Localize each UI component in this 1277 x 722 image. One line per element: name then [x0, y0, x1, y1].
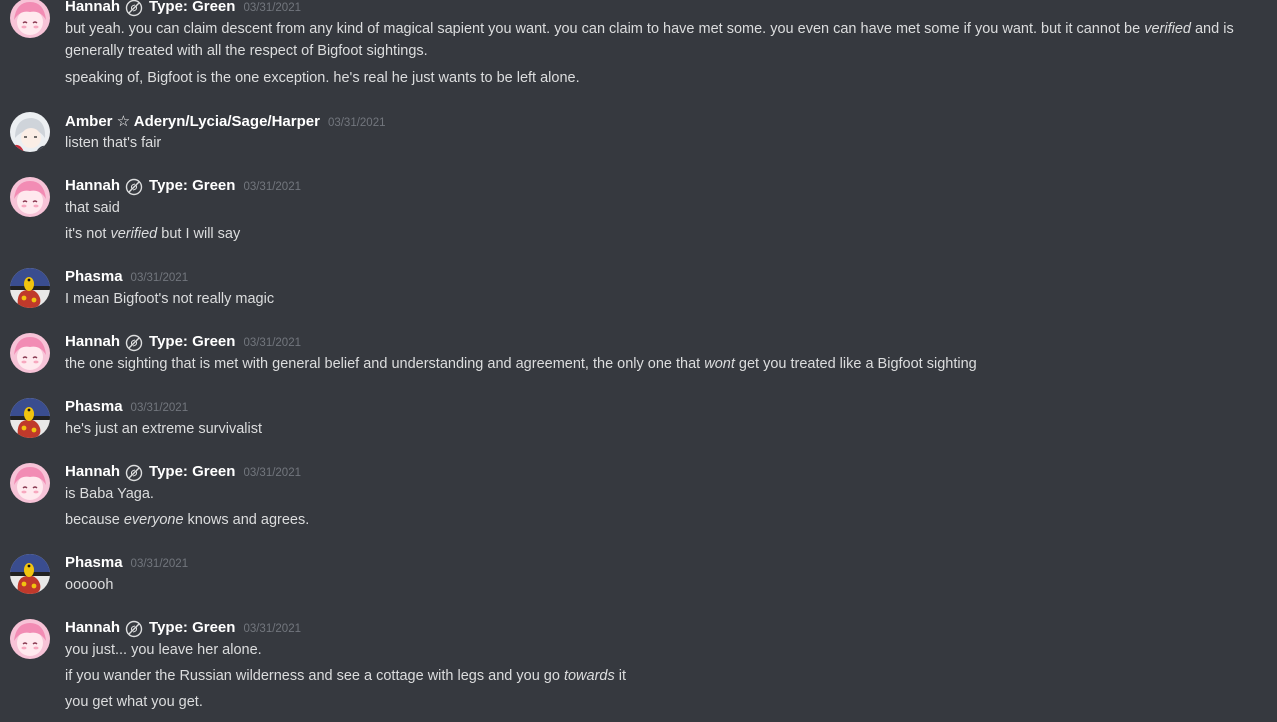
avatar[interactable]: [10, 619, 50, 659]
message-header: Phasma 03/31/2021: [65, 398, 188, 418]
avatar[interactable]: [10, 398, 50, 438]
message-header: Hannah Type: Green 03/31/2021: [65, 0, 301, 18]
message-header: Hannah Type: Green 03/31/2021: [65, 463, 301, 483]
message-text: oooooh: [65, 577, 114, 593]
username[interactable]: Amber ☆ Aderyn/Lycia/Sage/Harper: [65, 112, 320, 130]
grass-type-icon: [125, 464, 143, 482]
role-tag: Type: Green: [149, 0, 236, 15]
username[interactable]: Hannah: [65, 177, 120, 194]
pink-hair-avatar-icon: [10, 619, 50, 659]
avatar[interactable]: [10, 554, 50, 594]
message-text: because everyone knows and agrees.: [65, 512, 310, 528]
pink-hair-avatar-icon: [10, 0, 50, 38]
message-header: Hannah Type: Green 03/31/2021: [65, 619, 301, 639]
role-tag: Type: Green: [149, 177, 236, 194]
username[interactable]: Hannah: [65, 0, 120, 15]
shuckle-pokeball-avatar-icon: [10, 268, 50, 308]
message-text: you just... you leave her alone.: [65, 642, 262, 658]
role-tag: Type: Green: [149, 463, 236, 480]
timestamp[interactable]: 03/31/2021: [131, 558, 189, 570]
message-text: I mean Bigfoot's not really magic: [65, 291, 275, 307]
avatar[interactable]: [10, 0, 50, 38]
grass-type-icon: [125, 334, 143, 352]
grass-type-icon: [125, 620, 143, 638]
pink-hair-avatar-icon: [10, 463, 50, 503]
pink-hair-avatar-icon: [10, 177, 50, 217]
timestamp[interactable]: 03/31/2021: [243, 467, 301, 479]
avatar[interactable]: [10, 112, 50, 152]
username[interactable]: Hannah: [65, 333, 120, 350]
shuckle-pokeball-avatar-icon: [10, 398, 50, 438]
message-text: listen that's fair: [65, 135, 162, 151]
grass-type-icon: [125, 0, 143, 17]
avatar[interactable]: [10, 463, 50, 503]
chat-messages: Hannah Type: Green 03/31/2021 but yeah. …: [0, 0, 1277, 722]
message-text: that said: [65, 200, 120, 216]
avatar[interactable]: [10, 333, 50, 373]
message-header: Phasma 03/31/2021: [65, 554, 188, 574]
role-tag: Type: Green: [149, 619, 236, 636]
message-text: he's just an extreme survivalist: [65, 421, 262, 437]
timestamp[interactable]: 03/31/2021: [243, 337, 301, 349]
timestamp[interactable]: 03/31/2021: [131, 272, 189, 284]
timestamp[interactable]: 03/31/2021: [328, 117, 386, 129]
timestamp[interactable]: 03/31/2021: [243, 181, 301, 193]
message-text: it's not verified but I will say: [65, 226, 241, 242]
message-text: you get what you get.: [65, 694, 203, 710]
username[interactable]: Phasma: [65, 398, 123, 415]
message-text: if you wander the Russian wilderness and…: [65, 668, 627, 684]
username[interactable]: Hannah: [65, 463, 120, 480]
pink-hair-avatar-icon: [10, 333, 50, 373]
grass-type-icon: [125, 178, 143, 196]
username[interactable]: Hannah: [65, 619, 120, 636]
message-header: Hannah Type: Green 03/31/2021: [65, 333, 301, 353]
avatar[interactable]: [10, 177, 50, 217]
message-header: Hannah Type: Green 03/31/2021: [65, 177, 301, 197]
message-header: Amber ☆ Aderyn/Lycia/Sage/Harper 03/31/2…: [65, 112, 386, 132]
white-hair-avatar-icon: [10, 112, 50, 152]
timestamp[interactable]: 03/31/2021: [243, 2, 301, 14]
shuckle-pokeball-avatar-icon: [10, 554, 50, 594]
timestamp[interactable]: 03/31/2021: [243, 623, 301, 635]
message-text: is Baba Yaga.: [65, 486, 154, 502]
role-tag: Type: Green: [149, 333, 236, 350]
message-header: Phasma 03/31/2021: [65, 268, 188, 288]
timestamp[interactable]: 03/31/2021: [131, 402, 189, 414]
message-text: the one sighting that is met with genera…: [65, 356, 977, 372]
username[interactable]: Phasma: [65, 554, 123, 571]
username[interactable]: Phasma: [65, 268, 123, 285]
avatar[interactable]: [10, 268, 50, 308]
message-text: speaking of, Bigfoot is the one exceptio…: [65, 70, 580, 86]
message-text: but yeah. you can claim descent from any…: [65, 21, 1234, 59]
